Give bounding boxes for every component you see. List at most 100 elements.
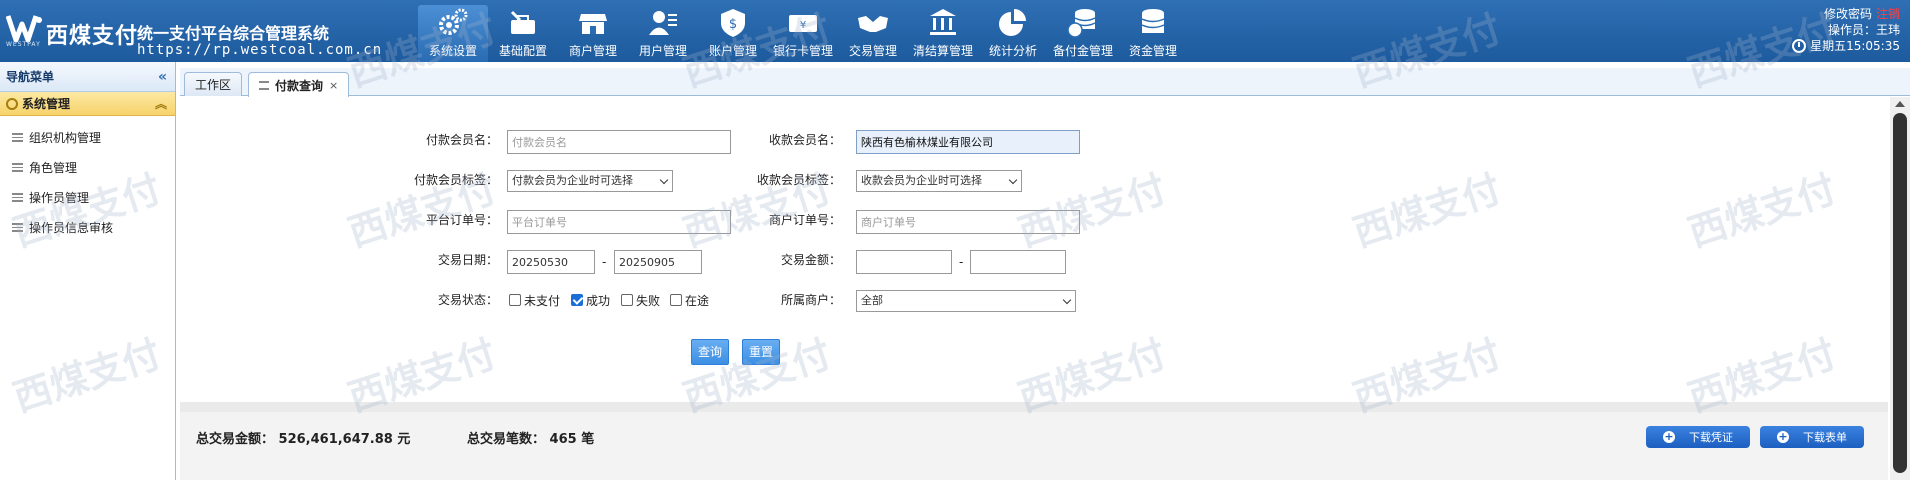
nav-label: 账户管理 xyxy=(708,44,757,58)
payer-name-input[interactable] xyxy=(507,130,731,154)
nav-label: 用户管理 xyxy=(638,44,687,58)
nav-reserve-fund[interactable]: 备付金管理 xyxy=(1048,5,1118,62)
sidebar-item-operator-review[interactable]: 操作员信息审核 xyxy=(0,212,175,242)
date-range-dash: - xyxy=(602,255,607,269)
nav-merchant[interactable]: 商户管理 xyxy=(558,5,628,62)
checkbox-label: 失败 xyxy=(636,293,661,308)
payee-tag-label: 收款会员标签： xyxy=(756,173,841,187)
change-password-link[interactable]: 修改密码 xyxy=(1824,7,1872,21)
document-icon xyxy=(12,162,23,172)
amount-max-input[interactable] xyxy=(970,250,1066,274)
button-label: 下载表单 xyxy=(1803,431,1847,444)
button-label: 下载凭证 xyxy=(1689,431,1733,444)
checkbox-box xyxy=(670,294,682,306)
vertical-scrollbar[interactable] xyxy=(1890,97,1910,480)
document-icon xyxy=(12,222,23,232)
plus-icon: + xyxy=(1663,430,1675,443)
payer-name-label: 付款会员名： xyxy=(425,133,498,147)
sidebar-item-label: 操作员信息审核 xyxy=(29,220,114,235)
nav-account[interactable]: $ 账户管理 xyxy=(698,5,768,62)
query-button[interactable]: 查询 xyxy=(691,339,730,365)
current-datetime: 星期五15:05:35 xyxy=(1810,39,1900,53)
nav-basic-config[interactable]: 基础配置 xyxy=(488,5,558,62)
collapse-sidebar-icon[interactable]: « xyxy=(158,69,167,85)
sidebar-group-system[interactable]: 系统管理 ︽ xyxy=(0,92,175,116)
store-icon xyxy=(579,14,607,34)
download-voucher-button[interactable]: + 下载凭证 xyxy=(1646,426,1750,448)
handshake-icon xyxy=(858,16,888,32)
toolbox-icon xyxy=(510,10,535,34)
platform-order-label: 平台订单号： xyxy=(425,213,498,227)
nav-label: 基础配置 xyxy=(498,44,547,58)
nav-bank-card[interactable]: ¥ 银行卡管理 xyxy=(768,5,838,62)
trade-date-label: 交易日期： xyxy=(437,253,498,267)
status-in-transit-checkbox[interactable]: 在途 xyxy=(670,289,709,311)
scroll-up-arrow-icon[interactable] xyxy=(1895,101,1905,107)
date-to-input[interactable] xyxy=(614,250,702,274)
document-icon xyxy=(12,192,23,202)
checkbox-label: 成功 xyxy=(586,293,611,308)
nav-label: 清结算管理 xyxy=(912,44,973,58)
nav-label: 银行卡管理 xyxy=(772,44,833,58)
status-success-checkbox[interactable]: 成功 xyxy=(571,289,610,311)
logout-link[interactable]: 注销 xyxy=(1876,7,1900,21)
nav-settlement[interactable]: 清结算管理 xyxy=(908,5,978,62)
shield-dollar-icon: $ xyxy=(721,9,745,37)
sidebar-group-label: 系统管理 xyxy=(22,97,71,111)
sidebar-item-org[interactable]: 组织机构管理 xyxy=(0,122,175,152)
tab-payment-query[interactable]: 付款查询 × xyxy=(248,72,350,97)
amount-min-input[interactable] xyxy=(856,250,952,274)
amount-label: 交易金额： xyxy=(780,253,841,267)
tab-label: 付款查询 xyxy=(275,78,324,93)
status-unpaid-checkbox[interactable]: 未支付 xyxy=(509,289,560,311)
scrollbar-thumb[interactable] xyxy=(1893,113,1907,473)
svg-text:$: $ xyxy=(729,17,737,32)
merchant-order-input[interactable] xyxy=(856,210,1080,234)
sidebar-item-roles[interactable]: 角色管理 xyxy=(0,152,175,182)
checkbox-box xyxy=(509,294,521,306)
bank-building-icon xyxy=(930,9,956,35)
nav-system-settings[interactable]: 系统设置 xyxy=(418,5,488,62)
reset-button[interactable]: 重置 xyxy=(742,339,781,365)
brand-sub: WESTPAY xyxy=(6,41,41,48)
payer-tag-select[interactable]: 付款会员为企业时可选择 xyxy=(507,170,673,192)
chevron-up-icon: ︽ xyxy=(154,97,167,111)
merchant-select[interactable]: 全部 xyxy=(856,290,1076,312)
query-form: 付款会员名： 收款会员名： 付款会员标签： 付款会员为企业时可选择 收款会员标签… xyxy=(180,97,1890,402)
nav-label: 交易管理 xyxy=(848,44,897,58)
payee-name-input[interactable] xyxy=(856,130,1080,154)
summary-bar: 总交易金额： 526,461,647.88 元 总交易笔数： 465 笔 + 下载… xyxy=(180,402,1888,480)
nav-funds[interactable]: 资金管理 xyxy=(1118,5,1188,62)
tab-label: 工作区 xyxy=(195,78,232,92)
nav-statistics[interactable]: 统计分析 xyxy=(978,5,1048,62)
system-url: https://rp.westcoal.com.cn xyxy=(137,42,383,58)
payee-tag-select[interactable]: 收款会员为企业时可选择 xyxy=(856,170,1022,192)
plus-icon: + xyxy=(1777,430,1789,443)
tab-bar: 工作区 付款查询 × xyxy=(180,68,1910,97)
main-nav: 系统设置 基础配置 商户管理 用户管理 $ 账户管理 ¥ 银行卡管理 交易管理 … xyxy=(418,5,1188,62)
platform-order-input[interactable] xyxy=(507,210,731,234)
nav-label: 资金管理 xyxy=(1128,44,1177,58)
nav-user[interactable]: 用户管理 xyxy=(628,5,698,62)
system-title: 统一支付平台综合管理系统 xyxy=(137,24,330,43)
nav-trade[interactable]: 交易管理 xyxy=(838,5,908,62)
date-from-input[interactable] xyxy=(507,250,595,274)
user-icon xyxy=(649,11,677,35)
brand-name: 西煤支付 xyxy=(46,24,139,49)
nav-label: 统计分析 xyxy=(988,44,1037,58)
merchant-label: 所属商户： xyxy=(780,293,841,307)
download-sheet-button[interactable]: + 下载表单 xyxy=(1760,426,1864,448)
status-failed-checkbox[interactable]: 失败 xyxy=(621,289,660,311)
gear-icon xyxy=(6,98,18,110)
sidebar-item-label: 组织机构管理 xyxy=(29,130,102,145)
nav-label: 商户管理 xyxy=(568,44,617,58)
sidebar-item-operators[interactable]: 操作员管理 xyxy=(0,182,175,212)
document-icon xyxy=(12,132,23,142)
close-icon[interactable]: × xyxy=(329,79,338,92)
tab-workspace[interactable]: 工作区 xyxy=(184,72,243,96)
bank-card-icon: ¥ xyxy=(789,15,817,32)
top-header: 西煤支付 WESTPAY 统一支付平台综合管理系统 https://rp.wes… xyxy=(0,0,1910,62)
checkbox-label: 在途 xyxy=(685,293,710,308)
checkbox-box xyxy=(621,294,633,306)
merchant-order-label: 商户订单号： xyxy=(768,213,841,227)
